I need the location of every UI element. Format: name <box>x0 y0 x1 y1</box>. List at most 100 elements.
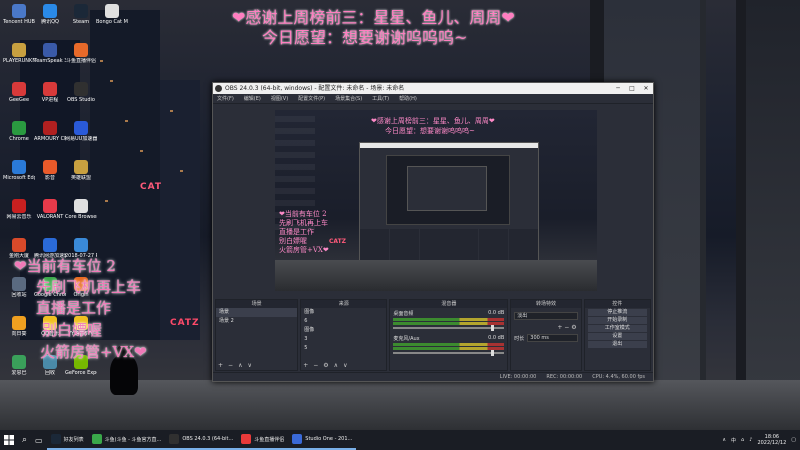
desktop-icon[interactable]: 影音 <box>34 160 66 181</box>
desktop-icon[interactable]: TeamSpeak 3 Client <box>34 43 66 64</box>
mixer-channel-db: 0.0 dB <box>488 310 505 316</box>
obs-statusbar: LIVE: 00:00:00 REC: 00:00:00 CPU: 4.4%, … <box>213 372 653 381</box>
desktop-icon[interactable]: VP进程 <box>34 82 66 103</box>
menu-item[interactable]: 帮助(H) <box>399 94 417 103</box>
desktop-icon[interactable]: Core Browser <box>65 199 97 220</box>
app-icon <box>74 4 88 18</box>
desktop-icon[interactable]: GeeGee <box>3 82 35 103</box>
desktop-icon[interactable]: 腾讯QQ <box>34 4 66 25</box>
volume-slider[interactable] <box>393 350 505 356</box>
app-icon <box>292 434 303 444</box>
app-icon <box>169 434 180 444</box>
obs-preview[interactable]: ❤感谢上周榜前三：星星、鱼儿、周周❤ 今日愿望：想要谢谢呜呜呜~ ❤当前有车位 … <box>275 110 597 291</box>
app-icon <box>12 82 26 96</box>
settings-button[interactable]: 设置 <box>587 333 647 340</box>
taskbar-app[interactable]: Studio One - 201... <box>288 430 357 450</box>
desktop-icon[interactable]: ARMOURY CRATE <box>34 121 66 142</box>
desktop-icon[interactable]: 斗鱼直播伴侣 <box>65 43 97 64</box>
clock[interactable]: 18:06 2022/12/12 <box>757 434 786 446</box>
notification-icon[interactable]: ▢ <box>791 437 796 443</box>
add-icon[interactable]: + <box>557 324 562 331</box>
chevron-up-icon[interactable]: ∧ <box>722 437 726 443</box>
desktop-icon[interactable]: 回收站 <box>3 277 35 298</box>
source-item[interactable]: 图像 <box>301 308 386 317</box>
taskbar-app[interactable]: OBS 24.0.3 (64-bit... <box>165 430 238 450</box>
desktop-icon[interactable]: Bongo Cat Mver <box>96 4 128 25</box>
desktop-icon-label: GeForce Experience <box>65 370 97 376</box>
desktop-icon[interactable]: Microsoft Edge <box>3 160 35 181</box>
source-item[interactable]: 3 <box>301 335 386 344</box>
transitions-panel: 转场特效 淡出 + − ⚙ 时长 300 ms <box>510 299 582 371</box>
volume-icon[interactable]: ♪ <box>749 437 752 443</box>
source-item[interactable]: 图像 <box>301 326 386 335</box>
desktop-icon[interactable]: 爱思巴 <box>3 355 35 376</box>
duration-input[interactable]: 300 ms <box>527 334 578 342</box>
minimize-icon[interactable]: ─ <box>611 83 625 94</box>
obs-titlebar[interactable]: OBS 24.0.3 (64-bit, windows) - 配置文件: 未命名… <box>213 83 653 94</box>
search-icon[interactable]: ⌕ <box>18 430 31 450</box>
taskbar: ⌕ ▭ 好友列表 斗鱼(斗鱼 - 斗鱼官方直... OBS 24.0.3 (64-b… <box>0 430 800 450</box>
remove-icon[interactable]: − <box>313 362 318 369</box>
desktop-icon[interactable]: Chrome <box>3 121 35 142</box>
close-icon[interactable]: ✕ <box>639 83 653 94</box>
desktop-icon[interactable]: PLAYERUNKNOWN BATTLEGRO... <box>3 43 35 64</box>
app-icon <box>12 43 26 57</box>
app-icon <box>91 434 102 444</box>
move-up-icon[interactable]: ∧ <box>238 362 242 369</box>
exit-button[interactable]: 退出 <box>587 341 647 348</box>
start-recording-button[interactable]: 开始录制 <box>587 317 647 324</box>
live-timer: LIVE: 00:00:00 <box>499 374 537 380</box>
move-down-icon[interactable]: ∨ <box>343 362 347 369</box>
desktop-icon[interactable]: OBS Studio <box>65 82 97 103</box>
scene-item[interactable]: 场景 2 <box>216 317 297 326</box>
taskbar-app[interactable]: 好友列表 <box>46 430 88 450</box>
menu-item[interactable]: 场景集合(S) <box>335 94 362 103</box>
menu-item[interactable]: 编辑(E) <box>244 94 261 103</box>
scene-item[interactable]: 场景 <box>216 308 298 317</box>
menu-item[interactable]: 工具(T) <box>372 94 389 103</box>
app-icon <box>43 238 57 252</box>
app-icon <box>12 355 26 369</box>
taskbar-app[interactable]: 斗鱼(斗鱼 - 斗鱼官方直... <box>87 430 166 450</box>
desktop-icon[interactable]: 网易UU加速器 <box>65 121 97 142</box>
source-item[interactable]: 6 <box>301 317 386 326</box>
gear-icon[interactable]: ⚙ <box>571 324 576 331</box>
add-icon[interactable]: + <box>218 362 223 369</box>
desktop-icon[interactable]: 网易云音乐 <box>3 199 35 220</box>
menu-item[interactable]: 视图(V) <box>271 94 288 103</box>
remove-icon[interactable]: − <box>564 324 569 331</box>
network-icon[interactable]: ⌂ <box>741 437 744 443</box>
taskbar-app-label: 斗鱼直播伴侣 <box>254 436 285 443</box>
mixer-channel-name: 麦克风/Aux <box>393 336 420 342</box>
sources-header: 来源 <box>301 300 387 308</box>
remove-icon[interactable]: − <box>228 362 233 369</box>
stop-streaming-button[interactable]: 停止推流 <box>587 309 647 316</box>
desktop-icon-label: Chrome <box>9 136 29 142</box>
source-item[interactable]: 5 <box>301 344 386 353</box>
desktop-icon[interactable]: 英雄联盟 <box>65 160 97 181</box>
desktop-icon[interactable]: Tencent HUB <box>3 4 35 25</box>
move-down-icon[interactable]: ∨ <box>247 362 251 369</box>
volume-slider[interactable] <box>393 325 505 331</box>
overlay-line-3: 直播是工作 <box>36 299 112 317</box>
gear-icon[interactable]: ⚙ <box>323 362 328 369</box>
add-icon[interactable]: + <box>303 362 308 369</box>
desktop-icon-label: 斗鱼直播伴侣 <box>65 58 96 64</box>
transition-select[interactable]: 淡出 <box>514 312 578 320</box>
obs-window[interactable]: OBS 24.0.3 (64-bit, windows) - 配置文件: 未命名… <box>212 82 654 382</box>
menu-item[interactable]: 配置文件(P) <box>298 94 325 103</box>
date: 2022/12/12 <box>757 440 787 446</box>
maximize-icon[interactable]: □ <box>625 83 639 94</box>
desktop-icon[interactable]: Steam <box>65 4 97 25</box>
windows-icon <box>4 435 14 445</box>
taskbar-app[interactable]: 斗鱼直播伴侣 <box>237 430 289 450</box>
desktop-icon[interactable]: 向日葵 <box>3 316 35 337</box>
desktop-icon[interactable]: VALORANT <box>34 199 66 220</box>
move-up-icon[interactable]: ∧ <box>334 362 338 369</box>
ime-indicator[interactable]: 中 <box>731 437 736 444</box>
app-icon <box>12 199 26 213</box>
start-button[interactable] <box>0 430 18 450</box>
task-view-icon[interactable]: ▭ <box>31 430 47 450</box>
studio-mode-button[interactable]: 工作室模式 <box>587 325 647 332</box>
menu-item[interactable]: 文件(F) <box>217 94 234 103</box>
